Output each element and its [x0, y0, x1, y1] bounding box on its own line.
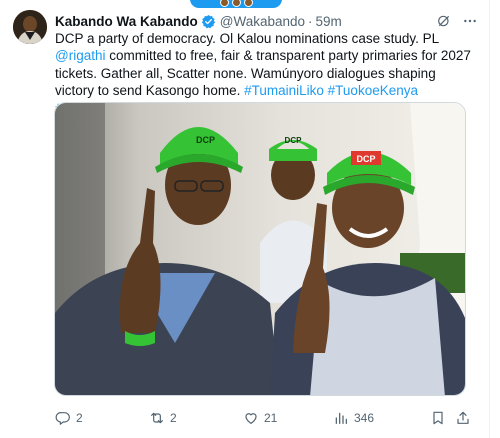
author-avatar[interactable] — [13, 10, 47, 44]
views-button[interactable]: 346 — [333, 410, 374, 426]
repost-button[interactable]: 2 — [149, 410, 177, 426]
tweet-actions: 2 2 21 346 — [55, 407, 470, 429]
reply-icon — [55, 412, 70, 425]
repost-count: 2 — [170, 411, 177, 425]
author-handle[interactable]: @Wakabando — [220, 14, 305, 29]
tweet-header: Kabando Wa Kabando @Wakabando · 59m — [55, 12, 478, 30]
pill-avatar — [219, 0, 229, 7]
verified-badge-icon — [201, 14, 215, 28]
tweet-link[interactable]: #TumainiLiko — [244, 83, 324, 98]
pill-avatar — [243, 0, 253, 7]
cap-logo-left: DCP — [196, 135, 215, 145]
new-posts-pill[interactable] — [190, 0, 282, 8]
bookmark-button[interactable] — [430, 410, 446, 426]
reply-button[interactable]: 2 — [55, 410, 83, 426]
author-name[interactable]: Kabando Wa Kabando — [55, 14, 198, 29]
views-count: 346 — [354, 411, 375, 425]
avatar-image — [13, 10, 47, 44]
cap-logo-center: DCP — [285, 136, 303, 145]
tweet-photo[interactable]: DCP DCP DCP — [54, 102, 466, 396]
like-count: 21 — [264, 411, 278, 425]
cap-logo-right: DCP — [356, 154, 375, 164]
like-button[interactable]: 21 — [243, 410, 277, 426]
share-icon — [457, 411, 469, 424]
like-icon — [245, 413, 257, 424]
tweet-link[interactable]: #TuokoeKenya — [328, 83, 418, 98]
post-time[interactable]: 59m — [316, 14, 342, 29]
pill-avatar — [231, 0, 241, 7]
meta-separator: · — [308, 13, 313, 29]
photo-image: DCP DCP DCP — [55, 103, 465, 395]
share-button[interactable] — [455, 410, 471, 426]
repost-icon — [151, 412, 163, 424]
grok-icon[interactable] — [436, 13, 452, 29]
reply-count: 2 — [76, 411, 83, 425]
tweet-text-segment: DCP a party of democracy. Ol Kalou nomin… — [55, 31, 439, 46]
more-icon[interactable] — [462, 13, 478, 29]
bookmark-icon — [433, 411, 443, 425]
tweet-link[interactable]: @rigathi — [55, 48, 105, 63]
views-icon — [335, 412, 347, 424]
column-divider — [489, 0, 490, 438]
